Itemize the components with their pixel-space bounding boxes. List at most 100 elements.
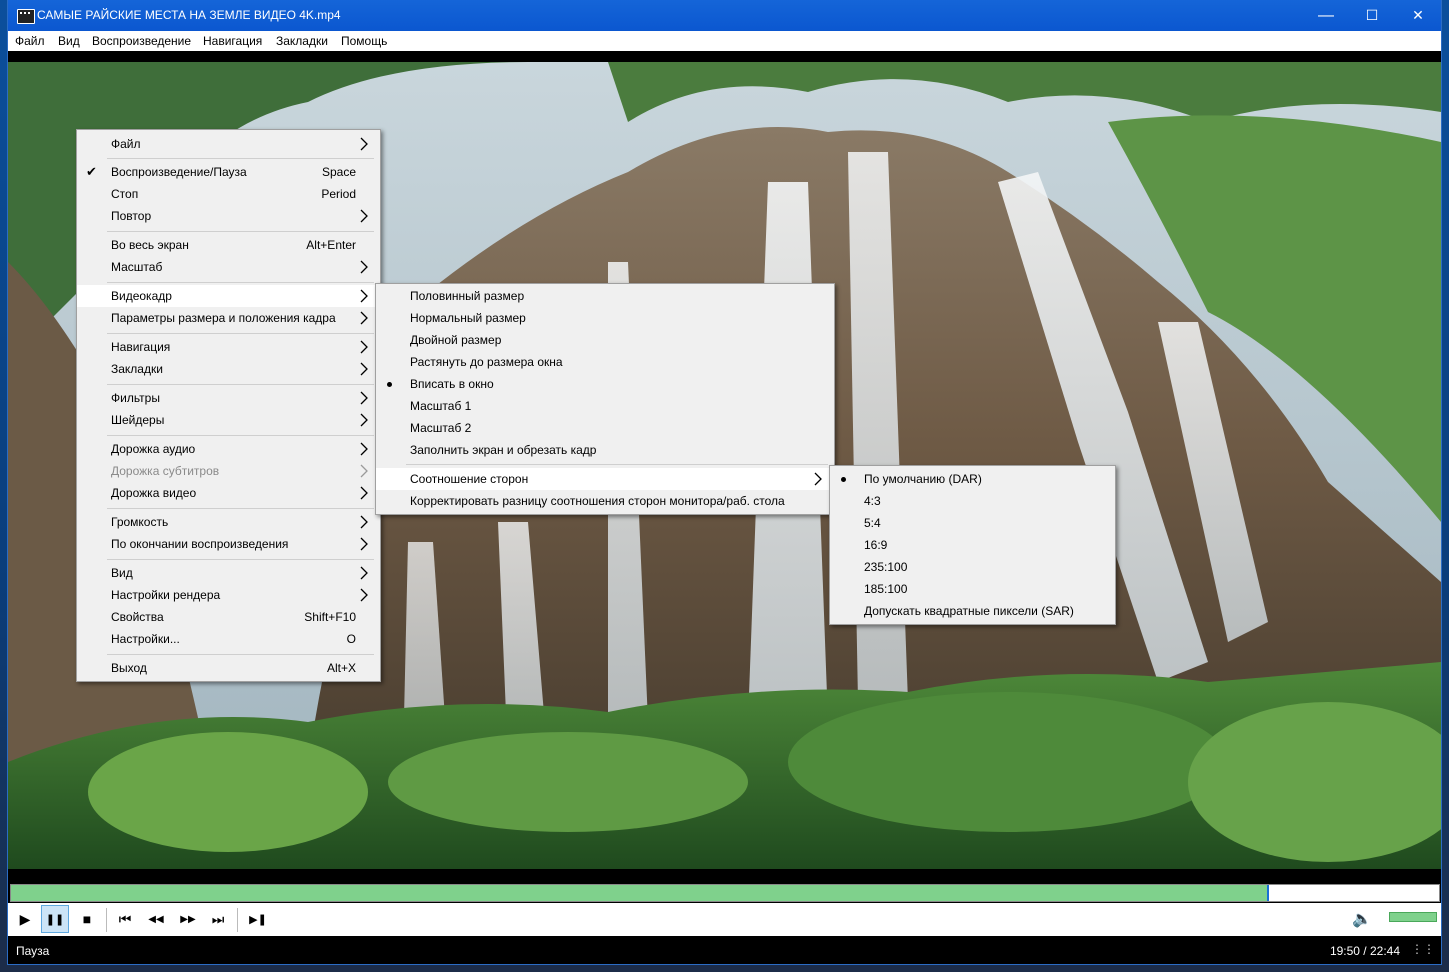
shortcut-label: O (346, 632, 356, 646)
context-menu-item[interactable]: Во весь экран Alt+Enter (77, 234, 378, 256)
videoframe-menu-item[interactable]: Заполнить экран и обрезать кадр (376, 439, 832, 461)
context-menu-item[interactable]: Масштаб (77, 256, 378, 278)
context-menu-item-label: Файл (111, 137, 141, 151)
volume-slider[interactable] (1389, 912, 1437, 922)
divider (237, 908, 238, 932)
seek-position-marker[interactable] (1266, 885, 1269, 901)
videoframe-menu-item[interactable]: Соотношение сторон (376, 468, 832, 490)
resize-grip-icon[interactable]: ⋮⋮ (1411, 942, 1435, 956)
context-menu-item[interactable]: Вид (77, 562, 378, 584)
videoframe-menu-item[interactable]: Половинный размер (376, 285, 832, 307)
context-menu-item[interactable]: Дорожка видео (77, 482, 378, 504)
videoframe-menu-item[interactable]: Масштаб 1 (376, 395, 832, 417)
context-menu-item[interactable]: Навигация (77, 336, 378, 358)
menu-separator (107, 435, 374, 436)
menu-bookmarks[interactable]: Закладки (276, 34, 328, 48)
pause-button[interactable]: ❚❚ (41, 905, 69, 933)
rewind-button[interactable]: ◀◀ (142, 905, 170, 933)
previous-button[interactable]: ⏮ (111, 905, 139, 933)
aspect-menu-item-label: Допускать квадратные пиксели (SAR) (864, 604, 1074, 618)
minimize-button[interactable]: — (1303, 0, 1349, 31)
context-menu-item-label: По окончании воспроизведения (111, 537, 289, 551)
checkmark-icon: ✔ (86, 164, 97, 179)
context-menu-item[interactable]: Закладки (77, 358, 378, 380)
context-menu-item[interactable]: Файл (77, 133, 378, 155)
context-menu-item[interactable]: Дорожка аудио (77, 438, 378, 460)
menu-playback[interactable]: Воспроизведение (92, 34, 191, 48)
clapperboard-icon (17, 9, 35, 24)
playback-state: Пауза (16, 944, 50, 958)
videoframe-menu-item-label: Двойной размер (410, 333, 502, 347)
maximize-button[interactable]: ☐ (1349, 0, 1395, 31)
shortcut-label: Shift+F10 (304, 610, 356, 624)
menu-help[interactable]: Помощь (341, 34, 387, 48)
shortcut-label: Alt+Enter (306, 238, 356, 252)
context-menu-item[interactable]: Настройки... O (77, 628, 378, 650)
videoframe-menu-item-label: Растянуть до размера окна (410, 355, 563, 369)
stop-button[interactable]: ■ (73, 905, 101, 933)
videoframe-menu-item[interactable]: Двойной размер (376, 329, 832, 351)
menu-separator (107, 508, 374, 509)
menu-separator (107, 559, 374, 560)
menu-navigation[interactable]: Навигация (203, 34, 262, 48)
status-bar: Пауза 19:50 / 22:44 ⋮⋮ (8, 936, 1441, 964)
context-menu-item[interactable]: ✔ Воспроизведение/Пауза Space (77, 161, 378, 183)
videoframe-menu-item[interactable]: Нормальный размер (376, 307, 832, 329)
next-button[interactable]: ⏭ (204, 905, 232, 933)
context-menu-item-label: Настройки... (111, 632, 180, 646)
chevron-right-icon (360, 289, 368, 303)
aspect-menu-item[interactable]: 185:100 (830, 578, 1113, 600)
frame-step-button[interactable]: ▶❚ (244, 905, 272, 933)
close-button[interactable]: ✕ (1395, 0, 1441, 31)
context-menu-item-label: Стоп (111, 187, 139, 201)
context-menu-item-label: Свойства (111, 610, 164, 624)
context-menu-item[interactable]: По окончании воспроизведения (77, 533, 378, 555)
context-menu-item[interactable]: Выход Alt+X (77, 657, 378, 679)
context-menu-item[interactable]: Громкость (77, 511, 378, 533)
videoframe-submenu: Половинный размер Нормальный размер Двойно… (375, 283, 835, 515)
context-menu-item[interactable]: Шейдеры (77, 409, 378, 431)
aspect-menu-item[interactable]: 16:9 (830, 534, 1113, 556)
shortcut-label: Period (321, 187, 356, 201)
context-menu-item[interactable]: Свойства Shift+F10 (77, 606, 378, 628)
chevron-right-icon (360, 413, 368, 427)
radio-dot-icon (387, 382, 392, 387)
context-menu-item[interactable]: Видеокадр (77, 285, 378, 307)
context-menu-item-label: Дорожка аудио (111, 442, 196, 456)
title-bar[interactable]: САМЫЕ РАЙСКИЕ МЕСТА НА ЗЕМЛЕ ВИДЕО 4K.mp… (8, 0, 1441, 31)
aspect-menu-item[interactable]: По умолчанию (DAR) (830, 468, 1113, 490)
context-menu-item-label: Воспроизведение/Пауза (111, 165, 247, 179)
menu-view[interactable]: Вид (58, 34, 80, 48)
videoframe-menu-item-label: Масштаб 1 (410, 399, 472, 413)
shortcut-label: Space (321, 165, 356, 179)
control-bar: ▶ ❚❚ ■ ⏮ ◀◀ ▶▶ ⏭ ▶❚ 🔈 (8, 903, 1441, 936)
videoframe-menu-item[interactable]: Корректировать разницу соотношения сторо… (376, 490, 832, 512)
aspect-menu-item[interactable]: 4:3 (830, 490, 1113, 512)
videoframe-menu-item[interactable]: Вписать в окно (376, 373, 832, 395)
context-menu-item-label: Выход (111, 661, 147, 675)
aspect-menu-item[interactable]: 235:100 (830, 556, 1113, 578)
volume-icon[interactable]: 🔈 (1348, 905, 1376, 933)
videoframe-menu-item[interactable]: Растянуть до размера окна (376, 351, 832, 373)
chevron-right-icon (360, 588, 368, 602)
context-menu-item[interactable]: Настройки рендера (77, 584, 378, 606)
context-menu-item-label: Вид (111, 566, 133, 580)
fast-forward-button[interactable]: ▶▶ (174, 905, 202, 933)
context-menu-item[interactable]: Повтор (77, 205, 378, 227)
context-menu-item-label: Шейдеры (111, 413, 165, 427)
chevron-right-icon (360, 566, 368, 580)
menu-file[interactable]: Файл (15, 34, 45, 48)
seek-bar[interactable] (10, 884, 1440, 902)
context-menu-item-label: Громкость (111, 515, 169, 529)
context-menu-item[interactable]: Параметры размера и положения кадра (77, 307, 378, 329)
videoframe-menu-item[interactable]: Масштаб 2 (376, 417, 832, 439)
chevron-right-icon (360, 442, 368, 456)
context-menu-item-label: Во весь экран (111, 238, 189, 252)
context-menu-item[interactable]: Фильтры (77, 387, 378, 409)
chevron-right-icon (814, 472, 822, 486)
aspect-menu-item[interactable]: 5:4 (830, 512, 1113, 534)
aspect-menu-item[interactable]: Допускать квадратные пиксели (SAR) (830, 600, 1113, 622)
context-menu-item[interactable]: Стоп Period (77, 183, 378, 205)
play-button[interactable]: ▶ (11, 905, 39, 933)
divider (106, 908, 107, 932)
